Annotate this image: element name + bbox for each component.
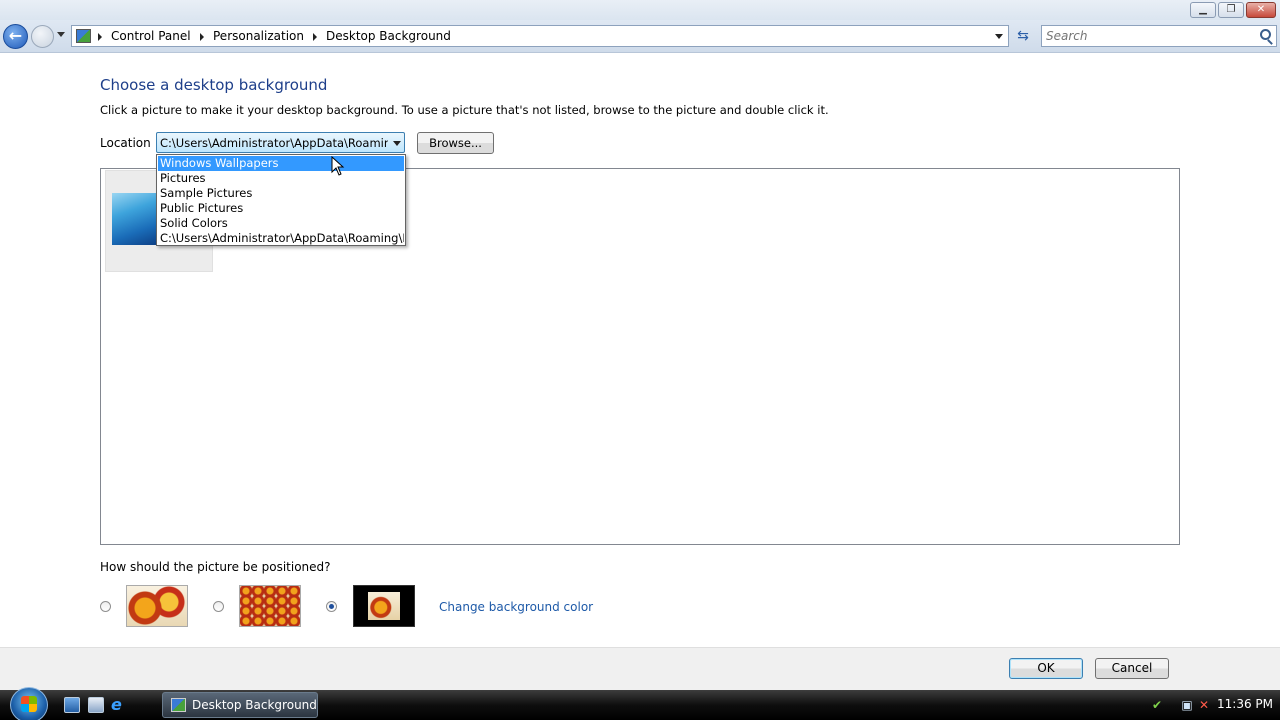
dropdown-option-windows-wallpapers[interactable]: Windows Wallpapers	[158, 156, 404, 171]
internet-explorer-icon[interactable]: e	[111, 697, 127, 713]
maximize-button[interactable]: ❐	[1218, 2, 1244, 18]
dropdown-option-sample-pictures[interactable]: Sample Pictures	[158, 186, 404, 201]
minimize-icon: ▁	[1199, 4, 1207, 15]
taskbar-clock[interactable]: 11:36 PM	[1217, 697, 1273, 711]
dialog-footer	[0, 647, 1280, 690]
navigation-bar: ← Control Panel Personalization Desktop …	[0, 20, 1280, 53]
breadcrumb-control-panel[interactable]: Control Panel	[111, 29, 191, 43]
address-dropdown-icon[interactable]	[995, 34, 1003, 39]
search-box[interactable]	[1041, 25, 1277, 47]
position-center-preview[interactable]	[353, 585, 415, 627]
network-check-icon[interactable]: ✔	[1150, 698, 1164, 712]
control-panel-icon	[76, 29, 91, 43]
control-panel-icon	[171, 698, 186, 712]
taskbar-button-desktop-background[interactable]: Desktop Background	[162, 692, 318, 718]
ok-button[interactable]: OK	[1009, 658, 1083, 679]
position-question: How should the picture be positioned?	[100, 560, 331, 574]
cancel-button[interactable]: Cancel	[1095, 658, 1169, 679]
breadcrumb-desktop-background[interactable]: Desktop Background	[326, 29, 451, 43]
instructions-text: Click a picture to make it your desktop …	[100, 103, 829, 117]
minimize-button[interactable]: ▁	[1190, 2, 1216, 18]
browse-button[interactable]: Browse...	[417, 132, 494, 154]
close-button[interactable]: ✕	[1246, 2, 1276, 18]
maximize-icon: ❐	[1226, 4, 1236, 15]
breadcrumb-separator-icon[interactable]	[200, 33, 204, 41]
center-preview-image	[368, 592, 400, 620]
refresh-button[interactable]: ⇆	[1012, 25, 1034, 47]
position-tile-preview[interactable]	[239, 585, 301, 627]
address-bar[interactable]: Control Panel Personalization Desktop Ba…	[71, 25, 1009, 47]
network-icon[interactable]: ▣	[1180, 698, 1194, 712]
wallpaper-thumbnail-image[interactable]	[112, 193, 158, 245]
volume-muted-icon[interactable]: ✕	[1197, 698, 1211, 712]
start-button[interactable]	[10, 687, 48, 720]
close-icon: ✕	[1256, 4, 1266, 15]
refresh-icon: ⇆	[1017, 28, 1029, 44]
position-radio-tile[interactable]	[213, 601, 224, 612]
position-radio-fit[interactable]	[100, 601, 111, 612]
recent-pages-dropdown-icon[interactable]	[57, 32, 65, 37]
position-fit-preview[interactable]	[126, 585, 188, 627]
windows-logo-icon	[21, 696, 37, 712]
dropdown-option-solid-colors[interactable]: Solid Colors	[158, 216, 404, 231]
breadcrumb-separator-icon[interactable]	[98, 33, 102, 41]
breadcrumb-separator-icon[interactable]	[313, 33, 317, 41]
search-icon[interactable]	[1260, 29, 1271, 40]
location-select[interactable]: C:\Users\Administrator\AppData\Roaming	[156, 132, 405, 153]
back-arrow-icon: ←	[8, 26, 23, 45]
change-background-color-link[interactable]: Change background color	[439, 600, 593, 614]
dropdown-option-appdata-roaming[interactable]: C:\Users\Administrator\AppData\Roaming\M…	[158, 231, 404, 246]
search-input[interactable]	[1046, 28, 1246, 44]
dropdown-option-public-pictures[interactable]: Public Pictures	[158, 201, 404, 216]
location-select-value: C:\Users\Administrator\AppData\Roaming	[160, 136, 388, 150]
taskbar-button-label: Desktop Background	[192, 698, 317, 712]
switch-windows-icon[interactable]	[88, 697, 104, 713]
forward-button[interactable]	[31, 25, 54, 48]
window-title-bar	[0, 0, 1280, 20]
location-dropdown-list: Windows Wallpapers Pictures Sample Pictu…	[156, 154, 406, 246]
position-radio-center[interactable]	[326, 601, 337, 612]
dropdown-option-pictures[interactable]: Pictures	[158, 171, 404, 186]
breadcrumb-personalization[interactable]: Personalization	[213, 29, 304, 43]
location-label: Location	[100, 136, 151, 150]
show-desktop-icon[interactable]	[64, 697, 80, 713]
back-button[interactable]: ←	[3, 24, 28, 49]
chevron-down-icon	[393, 141, 401, 146]
page-title: Choose a desktop background	[100, 76, 328, 94]
